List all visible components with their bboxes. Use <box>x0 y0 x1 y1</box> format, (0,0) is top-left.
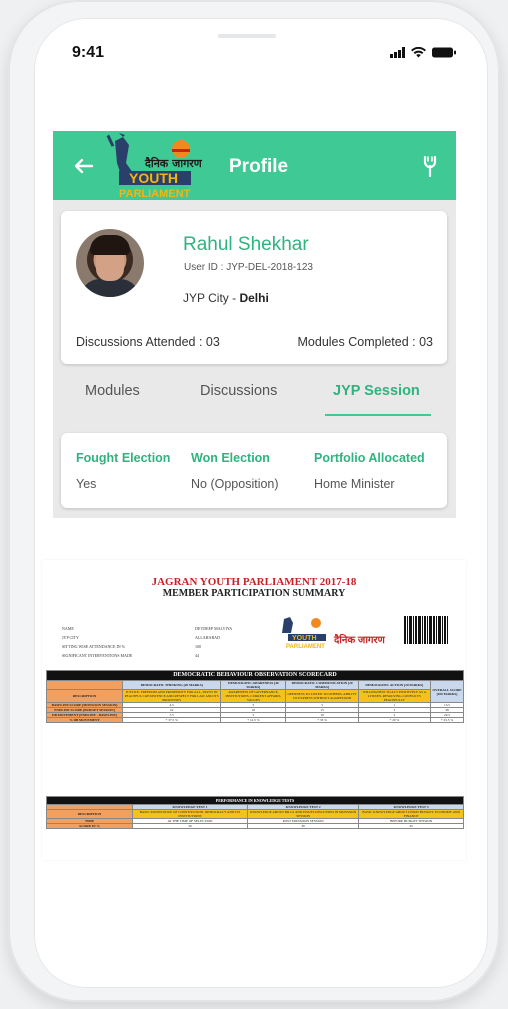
portfolio-value: Home Minister <box>314 477 395 491</box>
status-time: 9:41 <box>72 44 105 61</box>
settings-tool-icon[interactable] <box>422 155 438 177</box>
doc-subtitle: MEMBER PARTICIPATION SUMMARY <box>162 588 346 599</box>
barcode-icon <box>404 616 452 644</box>
user-id: User ID : JYP-DEL-2018-123 <box>184 262 313 273</box>
logo-youth-text: YOUTH <box>129 170 178 186</box>
doc-info-labels: NAME JYP CITY SITTING WISE ATTENDANCE IN… <box>62 626 133 658</box>
profile-card: Rahul Shekhar User ID : JYP-DEL-2018-123… <box>61 211 447 364</box>
svg-text:YOUTH: YOUTH <box>292 635 317 642</box>
user-city: JYP City - Delhi <box>183 291 269 305</box>
app-header: दैनिक जागरण YOUTH PARLIAMENT Profile <box>53 131 456 200</box>
discussions-attended: Discussions Attended : 03 <box>76 335 220 349</box>
battery-icon <box>432 47 456 57</box>
tab-jyp-session[interactable]: JYP Session <box>333 383 420 399</box>
active-tab-indicator <box>325 414 431 416</box>
user-name: Rahul Shekhar <box>183 234 309 255</box>
avatar <box>76 229 144 297</box>
doc-title: JAGRAN YOUTH PARLIAMENT 2017-18 <box>151 576 357 588</box>
scorecard-table: DEMOCRATIC BEHAVIOUR OBSERVATION SCORECA… <box>46 670 465 723</box>
status-icons <box>390 44 456 60</box>
fought-election-value: Yes <box>76 477 97 491</box>
youth-parliament-logo: दैनिक जागरण YOUTH PARLIAMENT <box>106 133 203 200</box>
knowledge-tests-table: PERFORMANCE IN KNOWLEDGE TESTS KNOWLEDGE… <box>46 796 464 829</box>
signal-icon <box>390 46 405 58</box>
won-election-label: Won Election <box>191 451 270 465</box>
fought-election-label: Fought Election <box>76 451 171 465</box>
tab-discussions[interactable]: Discussions <box>200 383 277 399</box>
won-election-value: No (Opposition) <box>191 477 279 491</box>
profile-screen: दैनिक जागरण YOUTH PARLIAMENT Profile Rah… <box>53 131 456 518</box>
portfolio-label: Portfolio Allocated <box>314 451 425 465</box>
page-title: Profile <box>229 156 289 177</box>
tab-bar: Modules Discussions JYP Session <box>53 383 456 419</box>
doc-youth-parliament-logo: YOUTH PARLIAMENT <box>282 617 326 649</box>
logo-hindi-text: दैनिक जागरण <box>144 156 203 170</box>
speaker-notch <box>218 34 276 38</box>
session-card: Fought Election Yes Won Election No (Opp… <box>61 433 447 508</box>
doc-brand-text: दैनिक जागरण <box>334 635 385 646</box>
modules-completed: Modules Completed : 03 <box>297 335 434 349</box>
logo-parliament-text: PARLIAMENT <box>119 188 191 200</box>
tab-modules[interactable]: Modules <box>85 383 140 399</box>
wifi-icon <box>411 46 426 57</box>
doc-info-values: DEVDEEP MALVIYA ALLAHABAD 100 44 <box>195 626 233 658</box>
participation-summary-document: JAGRAN YOUTH PARLIAMENT 2017-18 MEMBER P… <box>42 560 466 860</box>
svg-text:PARLIAMENT: PARLIAMENT <box>286 644 325 649</box>
